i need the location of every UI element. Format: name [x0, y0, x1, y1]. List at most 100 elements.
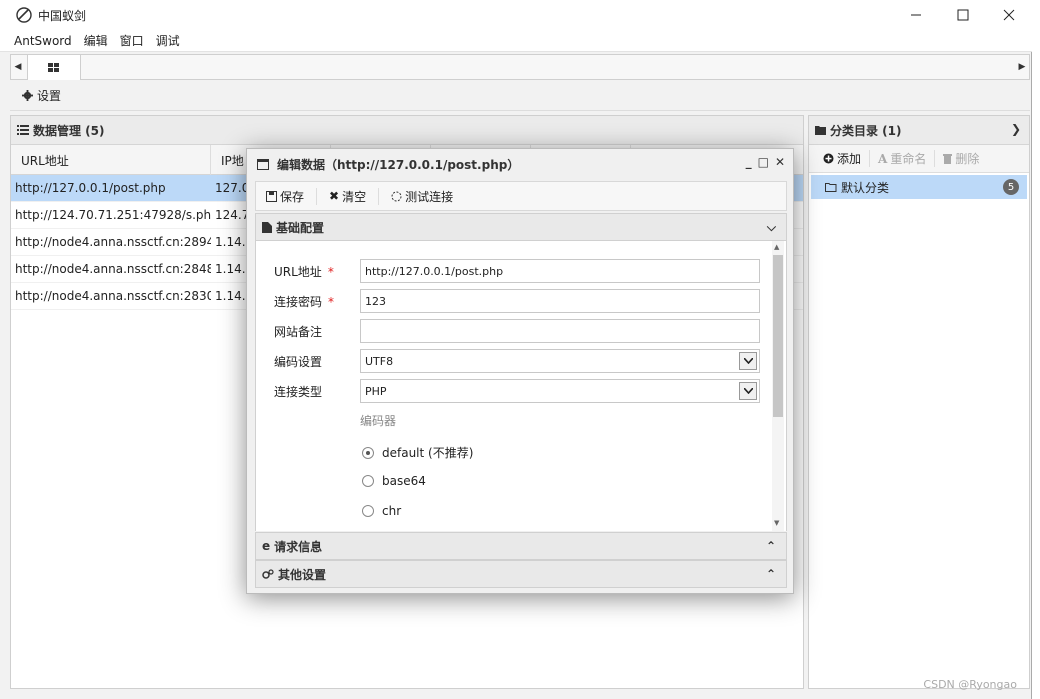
dialog-toolbar: 保存 ✖ 清空 测试连接 — [255, 181, 787, 211]
radio-dot — [362, 475, 374, 487]
radio-dot — [362, 505, 374, 517]
dialog-title: 编辑数据（http://127.0.0.1/post.php） — [277, 157, 520, 172]
dialog-title-bar[interactable]: 编辑数据（http://127.0.0.1/post.php） _ □ ✕ — [247, 149, 793, 179]
clear-button[interactable]: ✖ 清空 — [329, 187, 380, 205]
chevron-right-icon[interactable]: ❯ — [1011, 122, 1021, 136]
menu-edit[interactable]: 编辑 — [84, 32, 108, 49]
basic-config-body: URL地址 * http://127.0.0.1/post.php 连接密码 * 1… — [255, 241, 787, 531]
encoding-select-label: 编码设置 — [274, 355, 323, 369]
menu-debug[interactable]: 调试 — [156, 32, 180, 49]
type-select-value: PHP — [365, 384, 387, 398]
delete-category-button[interactable]: 删除 — [935, 150, 987, 167]
rename-category-button[interactable]: A 重命名 — [870, 150, 936, 167]
title-bar: 中国蚁剑 — [0, 0, 1032, 30]
dialog-maximize-icon[interactable]: □ — [758, 155, 769, 169]
dialog-close-icon[interactable]: ✕ — [775, 155, 785, 169]
menu-window[interactable]: 窗口 — [120, 32, 144, 49]
main-toolbar: 设置 — [10, 81, 1030, 111]
scroll-down-icon[interactable]: ▼ — [774, 519, 782, 529]
cell-url: http://node4.anna.nssctf.cn:28304 — [15, 289, 211, 303]
trash-icon — [943, 154, 953, 164]
radio-dot — [362, 446, 374, 459]
test-connection-label: 测试连接 — [405, 189, 454, 204]
dialog-scrollbar[interactable]: ▲ ▼ — [772, 241, 784, 531]
note-field-label: 网站备注 — [274, 325, 323, 339]
font-icon: A — [878, 151, 888, 166]
test-connection-button[interactable]: 测试连接 — [391, 188, 465, 205]
file-icon — [262, 221, 272, 233]
antsword-window: 中国蚁剑 AntSword 编辑 窗口 调试 ◀ ▶ 设置 数据管理 (5) U… — [0, 0, 1032, 699]
cell-url: http://node4.anna.nssctf.cn:28482 — [15, 262, 211, 276]
tab-strip: ◀ ▶ — [10, 54, 1030, 80]
settings-label: 设置 — [37, 89, 62, 103]
category-panel-header: 分类目录 (1) ❯ — [809, 116, 1029, 145]
data-panel-title: 数据管理 (5) — [33, 123, 105, 138]
chevron-up-icon: ⌃ — [765, 567, 776, 581]
gears-icon — [262, 568, 274, 579]
folder-open-icon — [825, 183, 837, 192]
section-other-settings-title: 其他设置 — [278, 567, 327, 582]
tab-scroll-left-button[interactable]: ◀ — [11, 55, 25, 79]
password-field-label: 连接密码 * — [274, 295, 335, 309]
chevron-down-icon — [739, 382, 757, 400]
url-field[interactable]: http://127.0.0.1/post.php — [360, 259, 760, 283]
scroll-up-icon[interactable]: ▲ — [774, 243, 782, 253]
encoder-radio-base64[interactable]: base64 — [362, 474, 426, 488]
floppy-icon — [266, 190, 277, 202]
window-icon — [257, 158, 269, 170]
add-category-label: 添加 — [837, 152, 862, 166]
note-field[interactable] — [360, 319, 760, 343]
minimize-button[interactable] — [893, 0, 939, 30]
section-other-settings-header[interactable]: 其他设置 ⌃ — [255, 560, 787, 588]
settings-button[interactable]: 设置 — [22, 87, 61, 104]
type-select-label: 连接类型 — [274, 385, 323, 399]
section-basic-config-header[interactable]: 基础配置 ⌵ — [255, 213, 787, 241]
type-select[interactable]: PHP — [360, 379, 760, 403]
antsword-logo-icon — [16, 7, 32, 23]
cell-url: http://124.70.71.251:47928/s.php — [15, 208, 211, 222]
category-item-default[interactable]: 默认分类 5 — [811, 175, 1027, 199]
count-badge: 5 — [1003, 179, 1019, 195]
chevron-down-icon — [739, 352, 757, 370]
category-toolbar: 添加 A 重命名 删除 — [809, 145, 1029, 173]
column-url[interactable]: URL地址 — [11, 145, 211, 175]
add-category-button[interactable]: 添加 — [823, 150, 871, 167]
category-item-label: 默认分类 — [841, 180, 890, 195]
menu-bar: AntSword 编辑 窗口 调试 — [0, 30, 1032, 52]
password-field[interactable]: 123 — [360, 289, 760, 313]
encoder-radio-chr[interactable]: chr — [362, 504, 401, 518]
maximize-button[interactable] — [940, 0, 986, 30]
url-field-label: URL地址 * — [274, 265, 334, 279]
minimize-icon — [911, 14, 921, 16]
maximize-icon — [957, 9, 969, 21]
ie-icon: e — [262, 539, 271, 553]
scrollbar-thumb[interactable] — [773, 255, 783, 417]
rename-category-label: 重命名 — [890, 152, 927, 166]
encoder-radio-default[interactable]: default (不推荐) — [362, 444, 473, 461]
encoding-select-value: UTF8 — [365, 354, 394, 368]
menu-antsword[interactable]: AntSword — [14, 34, 72, 48]
chevron-down-icon: ⌵ — [766, 220, 776, 234]
gear-icon — [22, 90, 33, 101]
chevron-up-icon: ⌃ — [765, 539, 776, 553]
watermark: CSDN @Ryongao — [923, 678, 1017, 691]
encoder-radio-label: chr — [382, 504, 402, 518]
cell-url: http://node4.anna.nssctf.cn:28947 — [15, 235, 211, 249]
save-label: 保存 — [280, 189, 305, 204]
data-panel-header: 数据管理 (5) — [11, 116, 803, 145]
cell-url: http://127.0.0.1/post.php — [15, 181, 166, 195]
encoding-select[interactable]: UTF8 — [360, 349, 760, 373]
section-request-info-header[interactable]: e 请求信息 ⌃ — [255, 532, 787, 560]
close-window-button[interactable] — [986, 0, 1032, 30]
tab-scroll-right-button[interactable]: ▶ — [1015, 55, 1029, 79]
tab-home[interactable] — [27, 54, 81, 80]
clear-label: 清空 — [342, 189, 367, 204]
save-button[interactable]: 保存 — [266, 187, 318, 205]
x-icon: ✖ — [329, 189, 340, 203]
folder-icon — [815, 126, 826, 135]
spinner-icon — [391, 191, 402, 201]
dialog-minimize-icon[interactable]: _ — [746, 155, 752, 169]
delete-category-label: 删除 — [955, 152, 980, 166]
category-panel-title: 分类目录 (1) — [830, 123, 902, 138]
edit-data-dialog: 编辑数据（http://127.0.0.1/post.php） _ □ ✕ 保存… — [246, 148, 794, 594]
